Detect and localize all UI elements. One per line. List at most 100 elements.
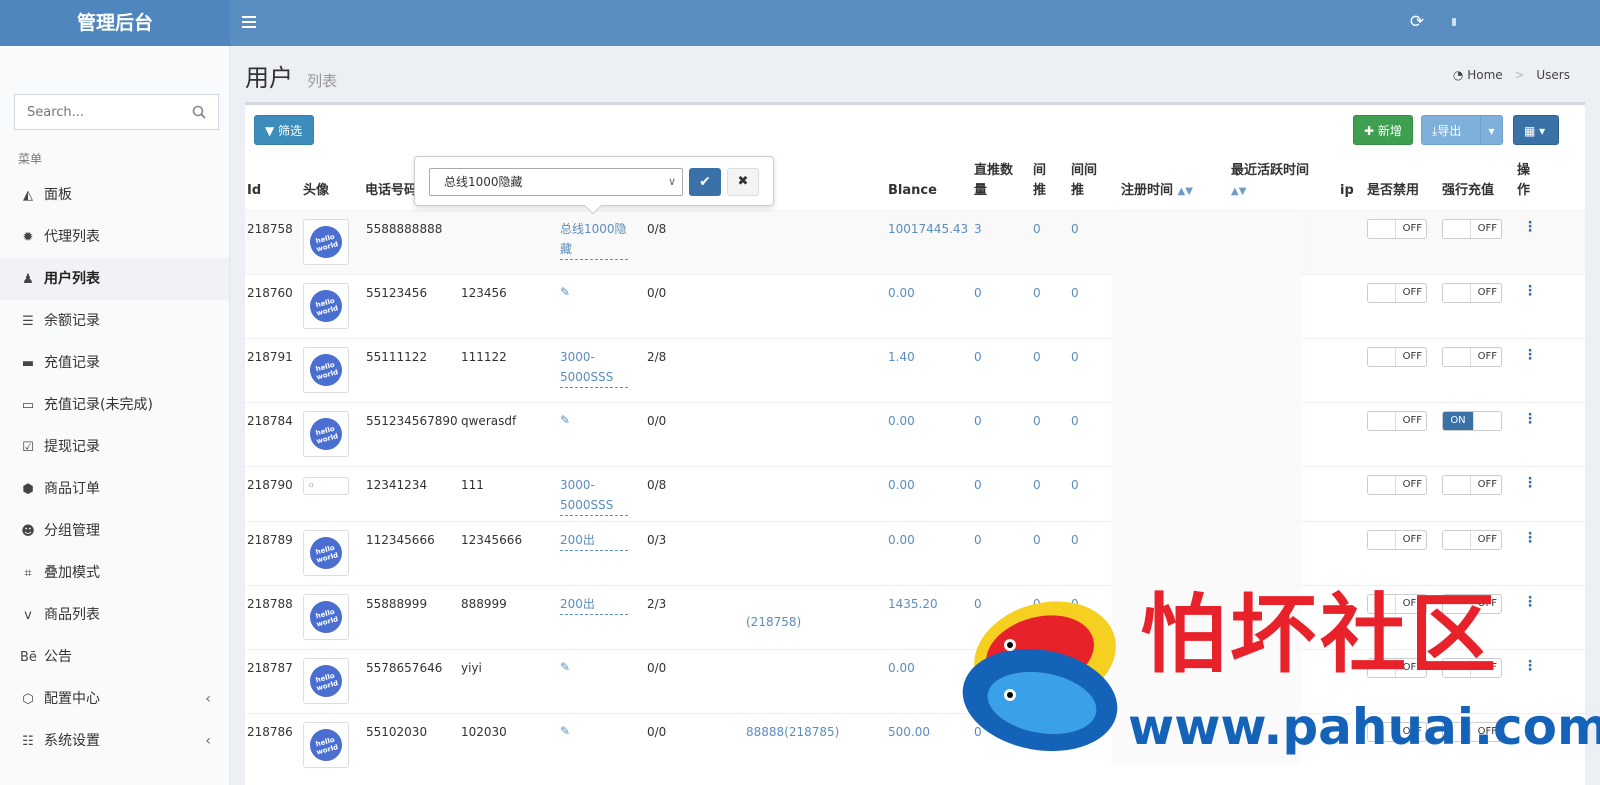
filter-button[interactable]: ▼ 筛选 xyxy=(254,115,314,145)
more-vertical-icon[interactable]: ⋮ xyxy=(1523,283,1537,299)
cell-blance[interactable]: 0.00 xyxy=(888,283,915,303)
force-recharge-toggle[interactable]: OFF xyxy=(1442,219,1502,239)
more-vertical-icon[interactable]: ⋮ xyxy=(1523,411,1537,427)
cell-indirect2[interactable]: 0 xyxy=(1071,475,1079,495)
cell-group-editable[interactable]: 3000-5000SSS xyxy=(560,475,628,516)
avatar-image: hello world xyxy=(306,661,346,701)
th-active-time[interactable]: 最近活跃时间 ▲▼ xyxy=(1231,161,1321,202)
cell-direct[interactable]: 0 xyxy=(974,530,982,550)
cell-direct[interactable]: 3 xyxy=(974,219,982,239)
more-vertical-icon[interactable]: ⋮ xyxy=(1523,475,1537,491)
force-recharge-toggle[interactable]: OFF xyxy=(1442,530,1502,550)
cell-group-editable[interactable]: 总线1000隐藏 xyxy=(560,219,628,260)
export-dropdown-icon[interactable]: ▾ xyxy=(1480,116,1502,144)
force-recharge-toggle[interactable]: OFF xyxy=(1442,283,1502,303)
th-reg-time[interactable]: 注册时间 ▲▼ xyxy=(1121,181,1193,202)
cell-parent[interactable]: (218758) xyxy=(746,612,801,632)
sidebar-item[interactable]: ✹ 代理列表 xyxy=(0,216,229,258)
sidebar-item[interactable]: ☰ 余额记录 xyxy=(0,300,229,342)
force-recharge-toggle[interactable]: OFF xyxy=(1442,347,1502,367)
sidebar-item[interactable]: ᴠ 商品列表 xyxy=(0,594,229,636)
sidebar-item[interactable]: ☑ 提现记录 xyxy=(0,426,229,468)
cell-indirect2[interactable]: 0 xyxy=(1071,411,1079,431)
cell-blance[interactable]: 500.00 xyxy=(888,722,930,742)
sidebar-item[interactable]: ☷ 系统设置 ‹ xyxy=(0,720,229,762)
sidebar-item[interactable]: Bē 公告 xyxy=(0,636,229,678)
brand-logo[interactable]: 管理后台 xyxy=(0,0,230,46)
cell-blance[interactable]: 1.40 xyxy=(888,347,915,367)
cell-indirect[interactable]: 0 xyxy=(1033,347,1041,367)
chevron-left-icon[interactable]: ‹ xyxy=(205,678,211,720)
pencil-icon[interactable]: ✎ xyxy=(560,413,570,427)
breadcrumb-home[interactable]: Home xyxy=(1467,68,1502,82)
cell-group-editable[interactable]: 200出 xyxy=(560,530,628,551)
cell-direct[interactable]: 0 xyxy=(974,411,982,431)
confirm-button[interactable]: ✔ xyxy=(689,168,721,196)
cell-blance[interactable]: 10017445.43 xyxy=(888,219,968,239)
disabled-toggle[interactable]: OFF xyxy=(1367,347,1427,367)
cell-indirect2[interactable]: 0 xyxy=(1071,347,1079,367)
cell-indirect[interactable]: 0 xyxy=(1033,411,1041,431)
cell-direct[interactable]: 0 xyxy=(974,283,982,303)
search-icon[interactable] xyxy=(192,105,206,119)
cell-blance[interactable]: 0.00 xyxy=(888,530,915,550)
more-vertical-icon[interactable]: ⋮ xyxy=(1523,530,1537,546)
sort-icon[interactable]: ▲▼ xyxy=(1231,186,1246,197)
pencil-icon[interactable]: ✎ xyxy=(560,285,570,299)
cell-blance[interactable]: 0.00 xyxy=(888,658,915,678)
columns-button[interactable]: ▦ ▾ xyxy=(1513,115,1559,145)
force-recharge-toggle[interactable]: OFF xyxy=(1442,475,1502,495)
cell-indirect[interactable]: 0 xyxy=(1033,283,1041,303)
sidebar-menu: ◭ 面板 ✹ 代理列表 ♟ 用户列表 ☰ 余额记录 ▬ 充值记录 ▭ 充值记录(未完成) ☑ 提现记录 ⬢ 商… xyxy=(0,174,229,762)
sort-icon[interactable]: ▲▼ xyxy=(1178,186,1193,197)
cell-indirect2[interactable]: 0 xyxy=(1071,219,1079,239)
user-menu-icon[interactable] xyxy=(1452,18,1456,26)
cell-group-editable[interactable]: 3000-5000SSS xyxy=(560,347,628,388)
cell-group-editable[interactable]: 200出 xyxy=(560,594,628,615)
add-button[interactable]: ✚ 新增 xyxy=(1353,115,1413,145)
sidebar-item[interactable]: ▬ 充值记录 xyxy=(0,342,229,384)
cell-blance[interactable]: 0.00 xyxy=(888,411,915,431)
cell-parent[interactable]: 88888(218785) xyxy=(746,722,839,742)
group-select[interactable]: 总线1000隐藏 ∨ xyxy=(429,168,683,196)
cell-indirect[interactable]: 0 xyxy=(1033,219,1041,239)
pencil-icon[interactable]: ✎ xyxy=(560,724,570,738)
sidebar-item[interactable]: ◭ 面板 xyxy=(0,174,229,216)
disabled-toggle[interactable]: OFF xyxy=(1367,530,1427,550)
disabled-toggle[interactable]: OFF xyxy=(1367,219,1427,239)
disabled-toggle[interactable]: OFF xyxy=(1367,283,1427,303)
sidebar-item[interactable]: ▭ 充值记录(未完成) xyxy=(0,384,229,426)
sidebar-item[interactable]: ⬡ 配置中心 ‹ xyxy=(0,678,229,720)
cell-indirect2[interactable]: 0 xyxy=(1071,530,1079,550)
export-button[interactable]: ⤓导出 ▾ xyxy=(1421,115,1503,145)
more-vertical-icon[interactable]: ⋮ xyxy=(1523,219,1537,235)
pencil-icon[interactable]: ✎ xyxy=(560,660,570,674)
disabled-toggle[interactable]: OFF xyxy=(1367,475,1427,495)
cube-icon: ⬢ xyxy=(22,482,34,497)
refresh-icon[interactable]: ⟳ xyxy=(1408,13,1426,31)
cell-direct[interactable]: 0 xyxy=(974,475,982,495)
cell-phone: 12341234 xyxy=(366,478,428,492)
sidebar-item-label: 提现记录 xyxy=(44,439,100,455)
cell-direct[interactable]: 0 xyxy=(974,347,982,367)
fish-logo-icon xyxy=(962,601,1118,752)
sidebar-toggle-icon[interactable] xyxy=(242,13,256,33)
more-vertical-icon[interactable]: ⋮ xyxy=(1523,347,1537,363)
chevron-left-icon[interactable]: ‹ xyxy=(205,720,211,762)
sidebar: 菜单 ◭ 面板 ✹ 代理列表 ♟ 用户列表 ☰ 余额记录 ▬ 充值记录 ▭ 充值记录(未完成) ☑ 提现记… xyxy=(0,46,230,785)
cell-blance[interactable]: 1435.20 xyxy=(888,594,938,614)
sidebar-item[interactable]: ☻ 分组管理 xyxy=(0,510,229,552)
sidebar-item[interactable]: ♟ 用户列表 xyxy=(0,258,229,300)
disabled-toggle[interactable]: OFF xyxy=(1367,411,1427,431)
cell-indirect[interactable]: 0 xyxy=(1033,475,1041,495)
search-input[interactable] xyxy=(27,95,187,129)
cell-blance[interactable]: 0.00 xyxy=(888,475,915,495)
sidebar-item[interactable]: ⬢ 商品订单 xyxy=(0,468,229,510)
th-reg-time-label: 注册时间 xyxy=(1121,183,1174,198)
cell-indirect2[interactable]: 0 xyxy=(1071,283,1079,303)
cancel-button[interactable]: ✖ xyxy=(727,168,759,196)
sidebar-item[interactable]: ⌗ 叠加模式 xyxy=(0,552,229,594)
cell-indirect[interactable]: 0 xyxy=(1033,530,1041,550)
toggle-knob xyxy=(1473,412,1501,430)
force-recharge-toggle[interactable]: ON xyxy=(1442,411,1502,431)
